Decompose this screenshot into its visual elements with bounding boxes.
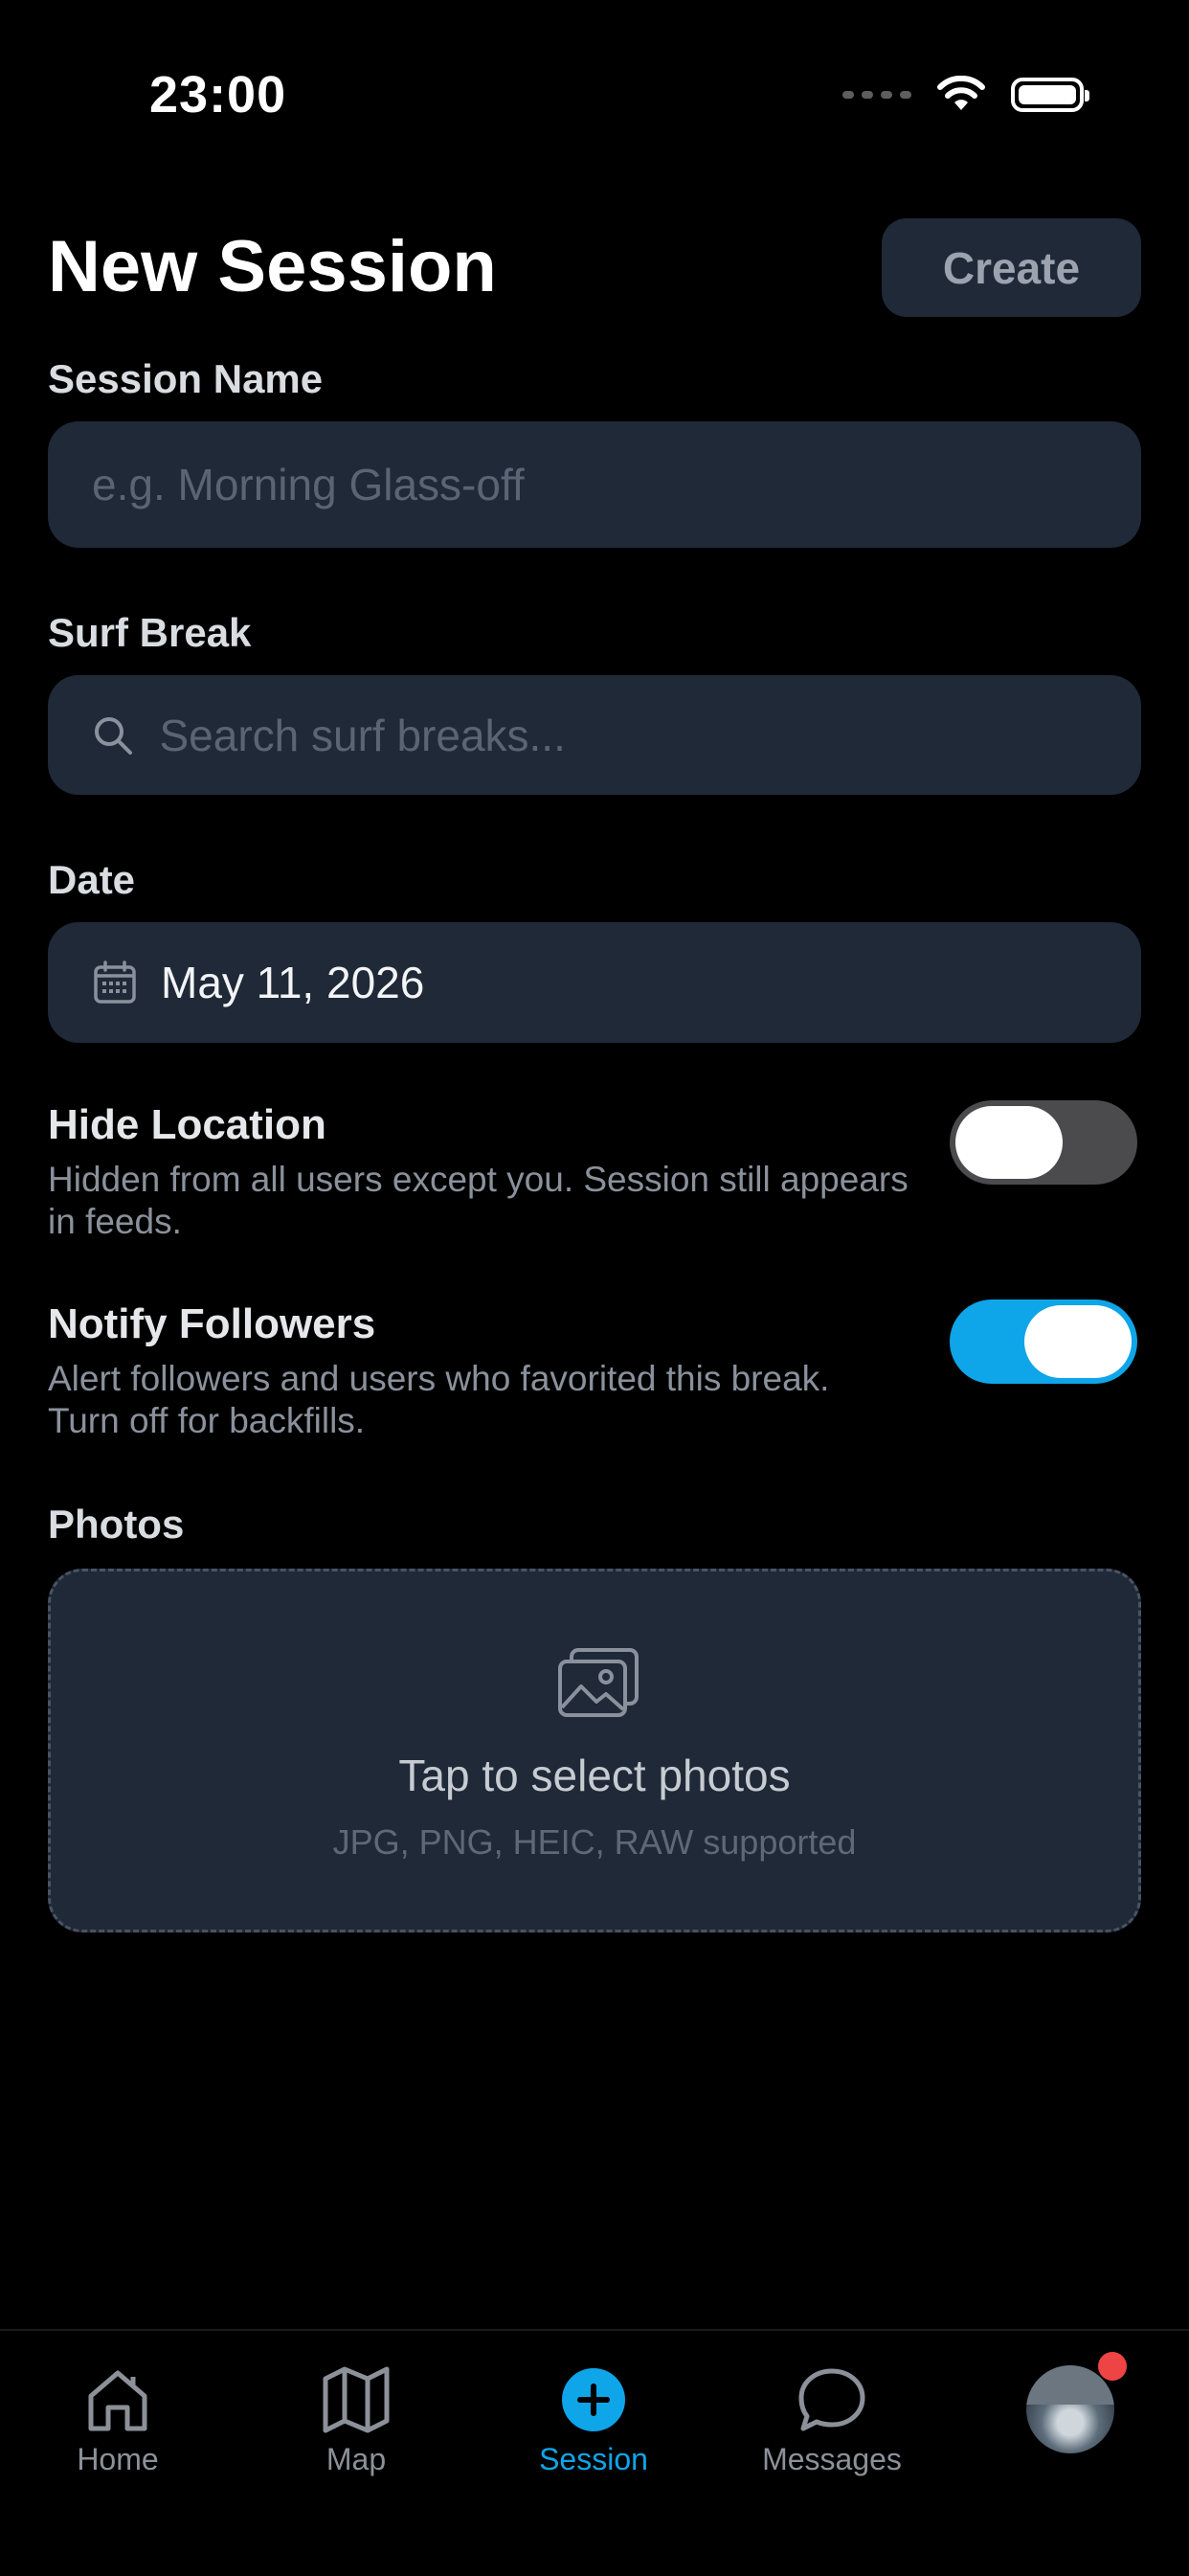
notify-followers-title: Notify Followers [48, 1300, 376, 1347]
session-name-input[interactable] [90, 458, 1141, 511]
hide-location-toggle[interactable] [950, 1100, 1137, 1185]
map-icon [323, 2366, 390, 2433]
wifi-icon [937, 76, 985, 110]
surf-break-search-input[interactable] [157, 708, 1141, 762]
photo-picker-prompt: Tap to select photos [398, 1751, 791, 1800]
tab-label: Messages [762, 2442, 902, 2476]
surf-break-field[interactable] [48, 675, 1141, 795]
page-title: New Session [48, 226, 497, 307]
photos-label: Photos [48, 1502, 185, 1547]
tab-messages[interactable]: Messages [727, 2363, 937, 2477]
chat-bubble-icon [798, 2368, 865, 2431]
date-label: Date [48, 857, 136, 902]
photo-picker-dropzone[interactable]: Tap to select photos JPG, PNG, HEIC, RAW… [48, 1569, 1141, 1932]
battery-icon [1011, 78, 1089, 112]
home-icon [88, 2370, 147, 2431]
toggle-knob [1024, 1305, 1132, 1378]
cellular-signal-icon [842, 91, 911, 99]
tab-label: Home [77, 2442, 159, 2476]
image-icon [558, 1648, 639, 1717]
tab-map[interactable]: Map [251, 2363, 461, 2477]
hide-location-title: Hide Location [48, 1101, 326, 1148]
tab-label: Map [325, 2442, 387, 2476]
plus-circle-icon [562, 2368, 625, 2431]
session-name-label: Session Name [48, 356, 324, 401]
session-name-field[interactable] [48, 421, 1141, 548]
tab-home[interactable]: Home [12, 2363, 223, 2477]
status-icons [842, 71, 1089, 119]
tab-bar: Home Map Session Messages [0, 2329, 1189, 2576]
date-picker[interactable]: May 11, 2026 [48, 922, 1141, 1043]
notify-followers-description: Alert followers and users who favorited … [48, 1359, 830, 1440]
date-value: May 11, 2026 [161, 958, 425, 1007]
tab-label: Session [539, 2442, 648, 2476]
calendar-icon [90, 958, 140, 1007]
toggle-knob [955, 1106, 1063, 1179]
notification-badge [1098, 2352, 1127, 2381]
photo-formats-hint: JPG, PNG, HEIC, RAW supported [332, 1822, 857, 1862]
surf-break-label: Surf Break [48, 610, 252, 655]
status-time: 23:00 [149, 66, 287, 124]
create-button[interactable]: Create [882, 218, 1141, 317]
profile-avatar[interactable] [1026, 2365, 1114, 2453]
hide-location-description: Hidden from all users except you. Sessio… [48, 1160, 909, 1241]
notify-followers-toggle[interactable] [950, 1299, 1137, 1384]
tab-session[interactable]: Session [488, 2363, 699, 2477]
search-icon [90, 711, 136, 760]
